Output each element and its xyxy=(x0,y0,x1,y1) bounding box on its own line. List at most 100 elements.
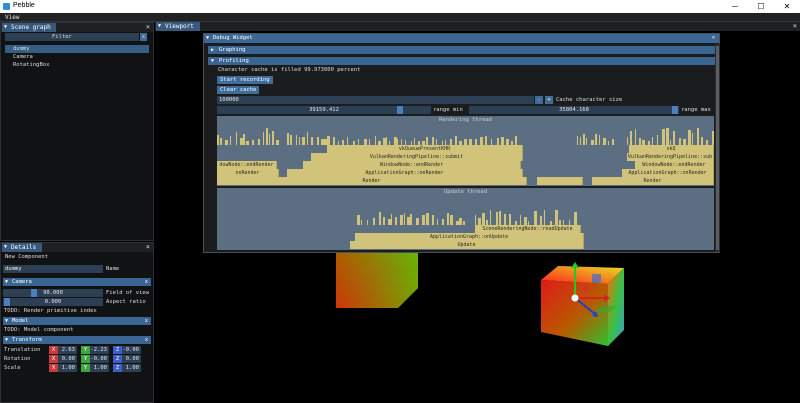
flame-spike xyxy=(586,138,587,145)
tab-scene-graph[interactable]: ▼ Scene graph xyxy=(2,23,56,32)
remove-component-icon[interactable]: x xyxy=(145,317,148,325)
tab-viewport[interactable]: ▼ Viewport xyxy=(156,22,200,31)
transform-row-label: Rotation xyxy=(4,356,31,362)
scrollbar-thumb[interactable] xyxy=(716,46,719,250)
flame-spike xyxy=(243,134,245,145)
y-value-field[interactable]: -0.00 xyxy=(90,355,109,363)
debug-widget-titlebar[interactable]: ▼ Debug Widget × xyxy=(204,34,719,43)
close-icon[interactable]: × xyxy=(712,34,715,43)
flame-bar-update[interactable]: Update xyxy=(350,241,584,249)
flame-bar-vrp-submit[interactable]: VulkanRenderingPipeline::submit xyxy=(311,153,523,161)
flame-spike xyxy=(583,134,585,145)
tree-item-dummy[interactable]: dummy xyxy=(5,45,149,53)
graphing-section-header[interactable]: ▶ Graphing xyxy=(208,46,717,54)
scene-graph-tabbar: ▼ Scene graph × xyxy=(1,23,153,32)
cache-size-decrement-button[interactable]: - xyxy=(535,96,543,104)
new-component-button[interactable]: New Component xyxy=(5,253,48,261)
tree-item-camera[interactable]: Camera xyxy=(5,53,149,61)
flame-bar-wn-endrender-right[interactable]: WindowNode::endRender xyxy=(635,161,714,169)
clear-cache-button[interactable]: Clear cache xyxy=(217,86,260,94)
transform-section-header[interactable]: ▼ Transform x xyxy=(3,336,151,344)
z-value-field[interactable]: -0.00 xyxy=(122,346,141,354)
flame-bar-ag-onrender-right[interactable]: ApplicationGraph::onRender xyxy=(622,169,714,177)
flame-spike xyxy=(652,137,653,145)
fov-slider[interactable]: 90.000 xyxy=(3,289,103,297)
close-icon[interactable]: × xyxy=(793,22,797,31)
range-max-slider[interactable]: 35804.168 xyxy=(469,106,679,114)
flame-spike xyxy=(357,215,360,225)
flame-spike xyxy=(442,141,443,145)
collapse-icon[interactable]: ▼ xyxy=(206,34,209,43)
y-value-field[interactable]: 1.00 xyxy=(90,364,109,372)
flame-bar-render[interactable]: Render xyxy=(217,177,527,185)
tab-menu-icon[interactable]: ▼ xyxy=(4,23,7,32)
flame-bar-ag-onupdate[interactable]: ApplicationGraph::onUpdate xyxy=(355,233,584,241)
flame-bar-onrender[interactable]: onRender xyxy=(217,169,279,177)
flame-spike xyxy=(395,217,397,225)
tab-details[interactable]: ▼ Details xyxy=(2,243,42,252)
section-label: Camera xyxy=(12,279,32,285)
z-value-field[interactable]: 0.00 xyxy=(122,355,141,363)
cache-size-increment-button[interactable]: + xyxy=(545,96,553,104)
cache-size-input[interactable]: 100000 xyxy=(217,96,534,104)
y-value-field[interactable]: -2.23 xyxy=(90,346,109,354)
tree-item-rotatingbox[interactable]: RotatingBox xyxy=(5,61,149,69)
range-min-slider[interactable]: 39159.412 xyxy=(217,106,431,114)
flame-bar-wn-endrender-left[interactable]: dowNode::endRender xyxy=(217,161,277,169)
profiling-section-header[interactable]: ▼ Profiling xyxy=(208,57,717,65)
update-thread-flame-graph[interactable]: Update thread Update ApplicationGraph::o… xyxy=(217,188,714,250)
flame-bar-render-right[interactable]: Render xyxy=(592,177,714,185)
gizmo-plane-xz[interactable] xyxy=(581,285,589,293)
menu-view[interactable]: View xyxy=(5,14,19,21)
gizmo-y-arrow[interactable] xyxy=(571,262,579,268)
flame-spike xyxy=(287,133,289,145)
flame-spike xyxy=(490,210,491,225)
flame-bar-vk-right[interactable]: vkQ xyxy=(629,145,714,153)
x-value-field[interactable]: 2.63 xyxy=(58,346,77,354)
flame-spike xyxy=(311,137,313,145)
model-section-header[interactable]: ▼ Model x xyxy=(3,317,151,325)
flame-bar-srn-readupdate[interactable]: SceneRenderingNode::readUpdate xyxy=(475,225,581,233)
close-button[interactable]: ✕ xyxy=(774,0,800,13)
flame-bar-wn-endrender[interactable]: WindowNode::endRender xyxy=(303,161,521,169)
z-value-field[interactable]: 1.00 xyxy=(122,364,141,372)
rendering-thread-flame-graph[interactable]: Rendering thread Render onRender Applica… xyxy=(217,116,714,186)
filter-clear-button[interactable]: x xyxy=(140,33,147,41)
flame-bar-render-small[interactable] xyxy=(537,177,583,185)
remove-component-icon[interactable]: x xyxy=(145,336,148,344)
flame-spike xyxy=(290,135,292,145)
maximize-button[interactable]: ☐ xyxy=(748,0,774,13)
flame-spike xyxy=(455,136,457,145)
tab-menu-icon[interactable]: ▼ xyxy=(4,243,7,252)
aspect-ratio-slider[interactable]: 0.000 xyxy=(3,298,103,306)
flame-spike xyxy=(327,136,330,145)
tab-label: Details xyxy=(11,244,37,251)
cube-object-2[interactable] xyxy=(538,262,624,346)
filter-label: Filter xyxy=(52,34,72,40)
minimize-button[interactable]: ─ xyxy=(722,0,748,13)
flame-spike xyxy=(437,219,438,225)
remove-component-icon[interactable]: x xyxy=(145,278,148,286)
filter-input[interactable] xyxy=(5,33,139,41)
cube-object-1[interactable] xyxy=(336,252,418,308)
close-icon[interactable]: × xyxy=(146,243,150,252)
tab-menu-icon[interactable]: ▼ xyxy=(158,22,161,31)
fov-label: Field of view xyxy=(106,290,150,296)
debug-widget-scrollbar[interactable] xyxy=(715,44,720,252)
gizmo-center[interactable] xyxy=(571,294,579,302)
camera-section-header[interactable]: ▼ Camera x xyxy=(3,278,151,286)
start-recording-button[interactable]: Start recording xyxy=(217,76,273,84)
window-title: Pebble xyxy=(13,2,35,9)
flame-spike xyxy=(509,214,511,225)
flame-spike xyxy=(442,219,444,225)
close-icon[interactable]: × xyxy=(146,23,150,32)
flame-bar-vrp-right[interactable]: VulkanRenderingPipeline::sub xyxy=(627,153,714,161)
axis-z-label: Z xyxy=(113,355,122,363)
flame-bar-ag-onrender[interactable]: ApplicationGraph::onRender xyxy=(287,169,523,177)
gizmo-plane-xy[interactable] xyxy=(592,274,601,283)
flame-bar-vk-present[interactable]: vkQueuePresentKHR xyxy=(327,145,523,153)
x-value-field[interactable]: 0.00 xyxy=(58,355,77,363)
x-value-field[interactable]: 1.00 xyxy=(58,364,77,372)
cache-size-label: Cache character size xyxy=(556,97,623,103)
name-input[interactable]: dummy xyxy=(3,265,103,273)
